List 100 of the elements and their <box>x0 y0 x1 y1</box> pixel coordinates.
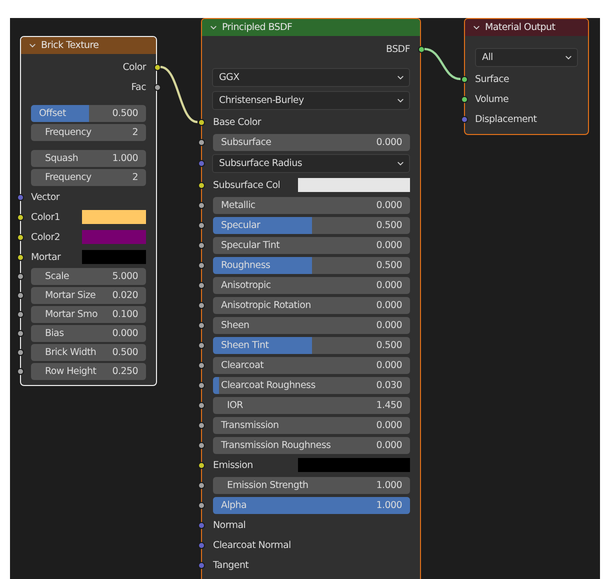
chevron-icon <box>565 55 572 60</box>
socket-label: Emission <box>213 460 254 470</box>
node-header[interactable]: Principled BSDF <box>202 19 420 36</box>
slider-field[interactable]: Clearcoat Roughness 0.030 <box>213 376 410 394</box>
slider-field[interactable]: Metallic 0.000 <box>213 196 410 214</box>
socket-dot[interactable] <box>198 138 204 146</box>
socket-label: Fac <box>131 82 146 92</box>
slider-field[interactable]: Anisotropic Rotation 0.000 <box>213 296 410 314</box>
number-field[interactable]: Mortar Smo 0.100 <box>31 306 146 323</box>
color-swatch[interactable] <box>82 210 146 224</box>
number-field[interactable]: Frequency 2 <box>31 124 146 141</box>
socket-dot[interactable] <box>460 116 468 122</box>
number-field[interactable]: Squash 1.000 <box>31 150 146 167</box>
color-swatch[interactable] <box>298 458 410 472</box>
socket-label: Subsurface Col <box>213 180 282 190</box>
dropdown[interactable]: All <box>475 48 578 67</box>
number-field[interactable]: Frequency 2 <box>31 169 146 186</box>
slider-field[interactable]: Sheen 0.000 <box>213 316 410 334</box>
dropdown[interactable]: Subsurface Radius <box>212 154 410 173</box>
number-field[interactable]: Brick Width 0.500 <box>31 344 146 361</box>
slider-field[interactable]: Transmission Roughness 0.000 <box>213 436 410 454</box>
chevron-icon <box>29 43 36 48</box>
socket-dot[interactable] <box>16 234 24 240</box>
node-header[interactable]: Material Output <box>465 19 588 36</box>
socket-label: Color1 <box>31 212 62 222</box>
slider-field[interactable]: Subsurface 0.000 <box>213 134 410 150</box>
socket-dot[interactable] <box>16 368 24 375</box>
slider-field[interactable]: Specular 0.500 <box>213 216 410 234</box>
socket-dot[interactable] <box>16 254 24 260</box>
socket-dot[interactable] <box>198 282 204 288</box>
socket-dot[interactable] <box>460 76 468 82</box>
node-header[interactable]: Brick Texture <box>21 37 156 54</box>
chevron-icon <box>397 161 404 166</box>
socket-dot[interactable] <box>198 522 204 528</box>
number-field[interactable]: Row Height 0.250 <box>31 363 146 380</box>
color-swatch[interactable] <box>82 230 146 244</box>
number-field[interactable]: Scale 5.000 <box>31 268 146 285</box>
color-swatch[interactable] <box>298 178 410 192</box>
socket-dot[interactable] <box>16 273 24 280</box>
socket-dot[interactable] <box>16 292 24 299</box>
socket-label: Vector <box>31 192 60 202</box>
socket-dot[interactable] <box>198 422 204 428</box>
socket-dot[interactable] <box>198 222 204 228</box>
slider-field[interactable]: Sheen Tint 0.500 <box>213 336 410 354</box>
socket-label: Normal <box>213 520 246 530</box>
socket-dot[interactable] <box>198 322 204 328</box>
slider-field[interactable]: Offset 0.500 <box>31 105 146 122</box>
socket-dot[interactable] <box>198 362 204 368</box>
dropdown[interactable]: GGX <box>212 68 410 87</box>
socket-dot[interactable] <box>198 462 204 468</box>
socket-dot[interactable] <box>198 562 204 568</box>
number-field[interactable]: Emission Strength 1.000 <box>213 476 410 494</box>
socket-dot[interactable] <box>154 64 160 70</box>
socket-label: Volume <box>475 94 509 104</box>
socket-dot[interactable] <box>16 194 24 200</box>
socket-dot[interactable] <box>198 182 204 188</box>
slider-field[interactable]: Transmission 0.000 <box>213 416 410 434</box>
socket-dot[interactable] <box>198 542 204 548</box>
socket-dot[interactable] <box>198 382 204 388</box>
dropdown[interactable]: Christensen-Burley <box>212 91 410 110</box>
socket-label: Color2 <box>31 232 62 242</box>
slider-field[interactable]: Anisotropic 0.000 <box>213 276 410 294</box>
number-field[interactable]: IOR 1.450 <box>213 396 410 414</box>
slider-field[interactable]: Specular Tint 0.000 <box>213 236 410 254</box>
socket-label: Tangent <box>213 560 249 570</box>
socket-label: Mortar <box>31 252 62 262</box>
socket-dot[interactable] <box>198 262 204 268</box>
socket-label: Displacement <box>475 114 537 124</box>
socket-dot[interactable] <box>460 96 468 102</box>
socket-dot[interactable] <box>198 482 204 488</box>
chevron-icon <box>210 25 217 30</box>
socket-dot[interactable] <box>16 349 24 356</box>
socket-dot[interactable] <box>16 214 24 220</box>
color-swatch[interactable] <box>82 250 146 264</box>
socket-dot[interactable] <box>198 402 204 408</box>
socket-label: Clearcoat Normal <box>213 540 291 550</box>
socket-dot[interactable] <box>16 311 24 318</box>
socket-dot[interactable] <box>198 502 204 508</box>
socket-dot[interactable] <box>198 342 204 348</box>
chevron-icon <box>397 98 404 103</box>
chevron-icon <box>397 75 404 80</box>
chevron-icon <box>473 25 480 30</box>
number-field[interactable]: Mortar Size 0.020 <box>31 287 146 304</box>
socket-dot[interactable] <box>198 442 204 448</box>
socket-dot[interactable] <box>198 202 204 208</box>
socket-dot[interactable] <box>198 118 204 126</box>
slider-field[interactable]: Clearcoat 0.000 <box>213 356 410 374</box>
socket-dot[interactable] <box>198 302 204 308</box>
slider-field[interactable]: Alpha 1.000 <box>213 496 410 514</box>
socket-label: BSDF <box>386 44 410 54</box>
number-field[interactable]: Bias 0.000 <box>31 325 146 342</box>
socket-label: Surface <box>475 74 510 84</box>
socket-dot[interactable] <box>154 84 160 90</box>
socket-dot[interactable] <box>198 242 204 248</box>
node-panel[interactable]: Material Output All Surface Volume Displacement <box>464 18 589 135</box>
socket-dot[interactable] <box>198 160 204 167</box>
socket-dot[interactable] <box>418 46 424 52</box>
socket-dot[interactable] <box>16 330 24 337</box>
slider-field[interactable]: Roughness 0.500 <box>213 256 410 274</box>
socket-label: Color <box>122 62 146 72</box>
